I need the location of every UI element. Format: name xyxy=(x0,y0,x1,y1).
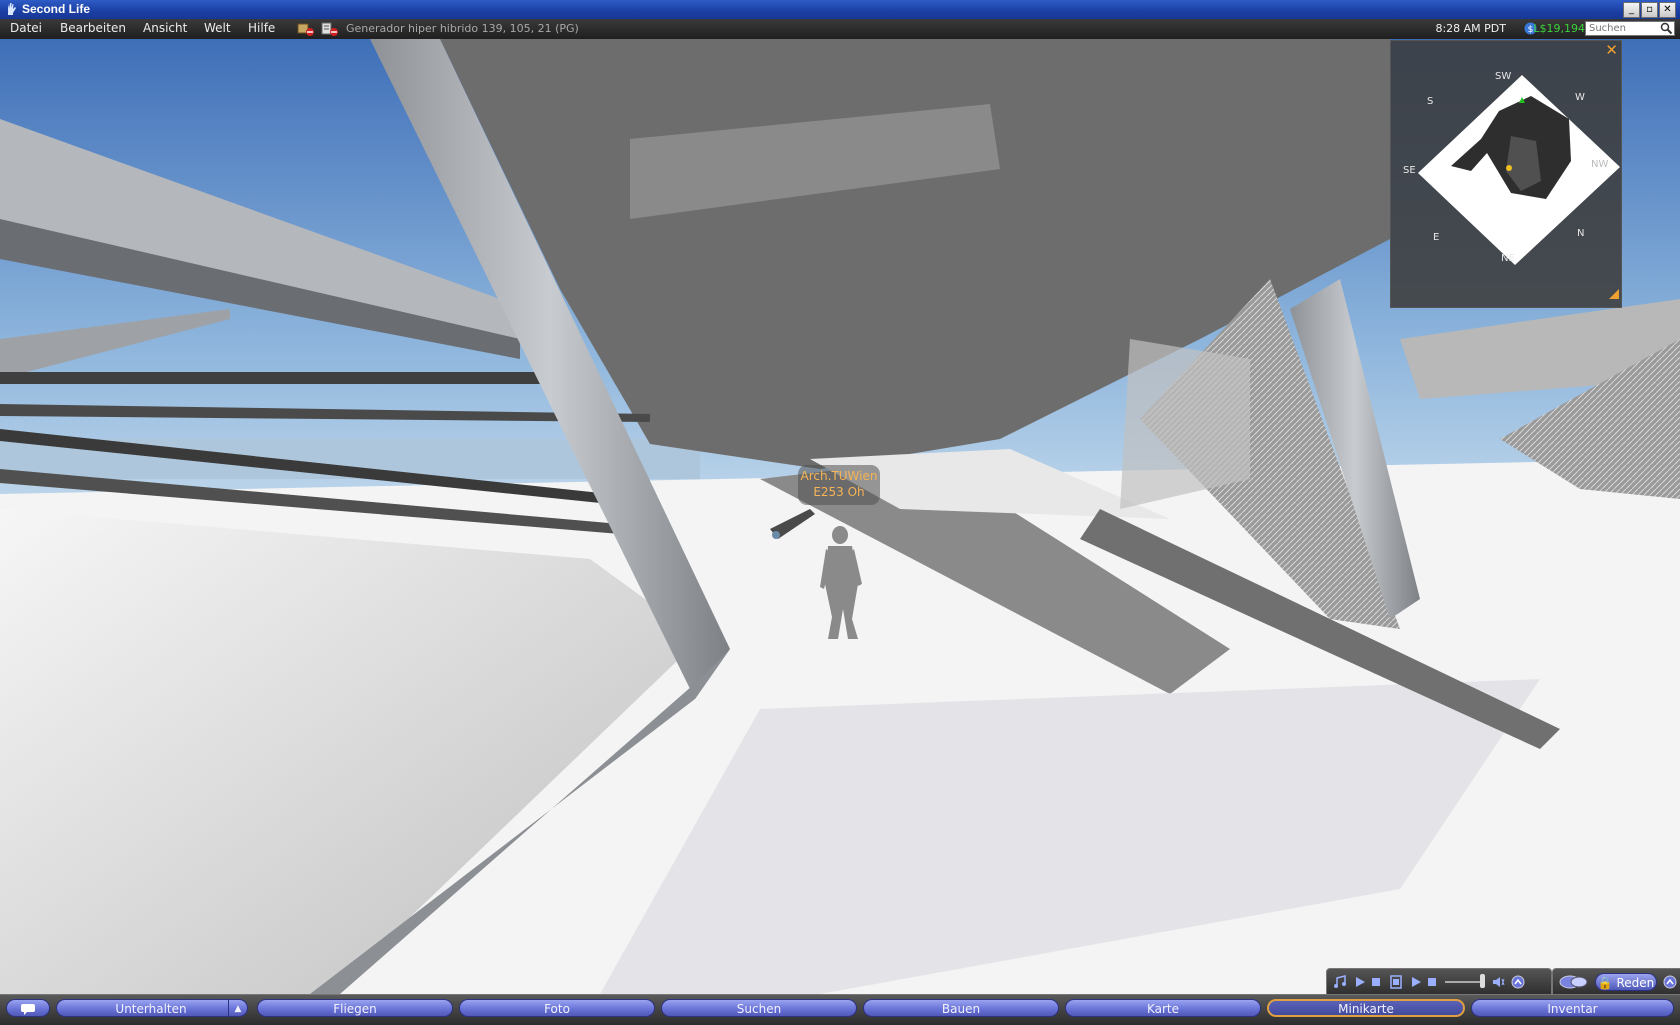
no-scripts-icon[interactable] xyxy=(320,21,340,37)
voice-controls: 🔒 Reden xyxy=(1552,968,1680,995)
menu-bar: Datei Bearbeiten Ansicht Welt Hilfe Gene… xyxy=(0,19,1680,39)
fly-button[interactable]: Fliegen xyxy=(257,999,453,1017)
media-stop-icon[interactable] xyxy=(1425,975,1439,989)
compass-se: SE xyxy=(1403,165,1416,176)
menu-view[interactable]: Ansicht xyxy=(143,21,187,35)
close-button[interactable]: ✕ xyxy=(1659,2,1676,18)
second-life-hand-icon xyxy=(8,3,16,15)
maximize-button[interactable]: ▫ xyxy=(1641,2,1658,18)
chat-history-button[interactable] xyxy=(6,999,50,1017)
avatar-name: Arch.TUWien xyxy=(800,469,878,483)
window-title: Second Life xyxy=(22,2,91,16)
parcel-info: Generador hiper hibrido 139, 105, 21 (PG… xyxy=(296,21,579,37)
lock-icon: 🔒 xyxy=(1597,976,1613,990)
minimap-panel[interactable]: ✕ SW W S SE NW E N NE xyxy=(1390,40,1622,308)
chat-bubble-icon xyxy=(21,1004,35,1015)
compass-nw: NW xyxy=(1591,159,1609,170)
media-play-icon[interactable] xyxy=(1409,975,1423,989)
search-button[interactable]: Suchen xyxy=(661,999,857,1017)
media-expand-icon[interactable] xyxy=(1511,975,1525,989)
media-controls xyxy=(1326,968,1552,995)
voice-expand-icon[interactable] xyxy=(1663,975,1677,989)
minimap-button[interactable]: Minikarte xyxy=(1267,999,1465,1017)
menu-world[interactable]: Welt xyxy=(204,21,231,35)
music-icon[interactable] xyxy=(1333,975,1347,989)
snapshot-button[interactable]: Foto xyxy=(459,999,655,1017)
compass-ne: NE xyxy=(1501,253,1515,264)
music-play-icon[interactable] xyxy=(1353,975,1367,989)
voice-chat-icon[interactable] xyxy=(1559,975,1589,989)
movie-icon[interactable] xyxy=(1389,975,1403,989)
build-button[interactable]: Bauen xyxy=(863,999,1059,1017)
balance-display[interactable]: L$19,194 xyxy=(1533,22,1585,35)
parcel-location[interactable]: Generador hiper hibrido 139, 105, 21 (PG… xyxy=(346,22,579,35)
menu-file[interactable]: Datei xyxy=(10,21,42,35)
clock-display: 8:28 AM PDT xyxy=(1435,22,1506,35)
chat-expand-button[interactable]: ▲ xyxy=(228,999,248,1017)
mute-speaker-icon[interactable] xyxy=(1491,975,1505,989)
avatar-nametag: Arch.TUWien E253 Oh xyxy=(798,465,880,505)
minimize-button[interactable]: _ xyxy=(1623,2,1640,18)
volume-slider[interactable] xyxy=(1445,981,1485,983)
avatar-group: E253 Oh xyxy=(813,485,865,499)
inventory-button[interactable]: Inventar xyxy=(1471,999,1674,1017)
compass-sw: SW xyxy=(1495,71,1512,82)
no-build-icon[interactable] xyxy=(296,21,316,37)
menu-help[interactable]: Hilfe xyxy=(248,21,275,35)
music-stop-icon[interactable] xyxy=(1369,975,1383,989)
avatar-position-marker xyxy=(1506,165,1512,171)
compass-n: N xyxy=(1577,228,1585,239)
talk-button[interactable]: 🔒 Reden xyxy=(1595,973,1657,991)
chat-button[interactable]: Unterhalten xyxy=(56,999,246,1017)
bottom-toolbar: Unterhalten ▲ Fliegen Foto Suchen Bauen … xyxy=(0,994,1680,1025)
compass-w: W xyxy=(1575,92,1585,103)
menu-edit[interactable]: Bearbeiten xyxy=(60,21,126,35)
compass-e: E xyxy=(1433,232,1440,243)
search-icon[interactable] xyxy=(1660,22,1673,35)
volume-slider-handle[interactable] xyxy=(1480,974,1485,988)
compass-s: S xyxy=(1427,96,1434,107)
title-bar: Second Life _ ▫ ✕ xyxy=(0,0,1680,19)
map-button[interactable]: Karte xyxy=(1065,999,1261,1017)
